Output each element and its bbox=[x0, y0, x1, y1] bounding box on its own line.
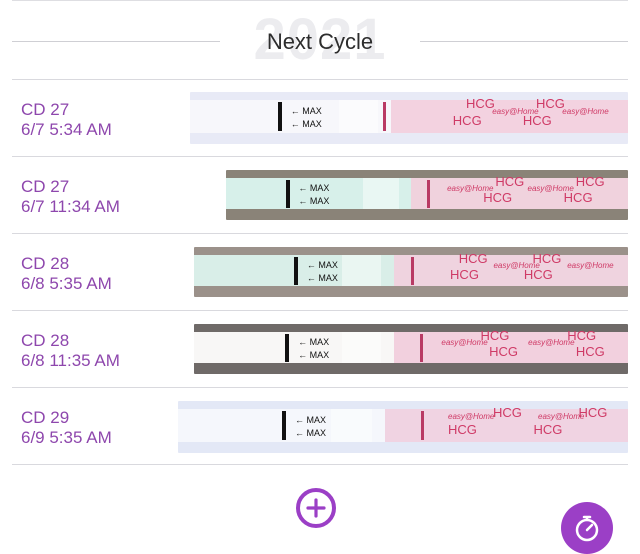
strip-max-line bbox=[286, 180, 291, 208]
test-strip-photo[interactable]: ← MAX ← MAX HCG HCG HCG HCG easy@Home ea… bbox=[190, 92, 628, 144]
section-header: 2021 Next Cycle bbox=[0, 0, 640, 80]
brand-print: easy@Home bbox=[492, 106, 539, 116]
max-label: ← MAX bbox=[298, 183, 330, 193]
test-strip-photo[interactable]: ← MAX ← MAX HCG HCG HCG HCG easy@Home ea… bbox=[178, 401, 628, 453]
test-entry-row[interactable]: CD 27 6/7 11:34 AM ← MAX ← MAX HCG HCG H… bbox=[0, 157, 640, 234]
test-entry-row[interactable]: CD 29 6/9 5:35 AM ← MAX ← MAX HCG HCG HC… bbox=[0, 388, 640, 465]
test-strip-photo[interactable]: ← MAX ← MAX HCG HCG HCG HCG easy@Home ea… bbox=[226, 170, 628, 220]
hcg-print: HCG bbox=[450, 267, 479, 282]
plus-circle-icon bbox=[306, 498, 326, 518]
test-strip-photo[interactable]: ← MAX ← MAX HCG HCG HCG HCG easy@Home ea… bbox=[194, 324, 628, 374]
cycle-day-label: CD 27 bbox=[21, 100, 70, 119]
entry-datetime: 6/8 5:35 AM bbox=[21, 274, 112, 293]
max-label: ← MAX bbox=[295, 414, 327, 425]
strip-test-line bbox=[419, 334, 423, 362]
section-title: Next Cycle bbox=[266, 29, 374, 54]
strip-test-line bbox=[411, 257, 414, 285]
hcg-print: HCG bbox=[533, 421, 563, 437]
max-label: ← MAX bbox=[298, 350, 330, 360]
brand-print: easy@Home bbox=[567, 261, 614, 270]
max-label: ← MAX bbox=[298, 337, 330, 347]
row-divider bbox=[12, 464, 628, 465]
hcg-print: HCG bbox=[495, 174, 525, 189]
brand-print: easy@Home bbox=[538, 412, 585, 422]
stopwatch-icon bbox=[575, 515, 599, 542]
entry-datetime: 6/8 11:35 AM bbox=[21, 351, 120, 370]
brand-print: easy@Home bbox=[562, 106, 609, 116]
hcg-print: HCG bbox=[575, 344, 605, 359]
cycle-day-label: CD 27 bbox=[21, 177, 70, 196]
strip-max-line bbox=[293, 257, 298, 285]
max-label: ← MAX bbox=[306, 260, 338, 270]
brand-print: easy@Home bbox=[447, 184, 494, 193]
entry-datetime: 6/7 5:34 AM bbox=[21, 120, 112, 139]
strip-test-line bbox=[421, 411, 424, 440]
max-label: ← MAX bbox=[306, 273, 338, 283]
brand-print: easy@Home bbox=[527, 184, 574, 193]
hcg-print: HCG bbox=[452, 112, 482, 128]
hcg-print: HCG bbox=[448, 421, 477, 437]
hcg-print: HCG bbox=[493, 405, 522, 421]
hcg-print: HCG bbox=[489, 344, 518, 359]
timer-button[interactable] bbox=[561, 502, 613, 554]
max-label: ← MAX bbox=[298, 196, 330, 206]
cycle-day-label: CD 28 bbox=[21, 331, 70, 350]
test-entry-row[interactable]: CD 28 6/8 11:35 AM ← MAX ← MAX HCG HCG H… bbox=[0, 311, 640, 388]
max-label: ← MAX bbox=[290, 119, 322, 130]
hcg-print: HCG bbox=[458, 251, 488, 266]
brand-print: easy@Home bbox=[441, 338, 488, 347]
strip-max-line bbox=[277, 102, 282, 131]
max-label: ← MAX bbox=[295, 428, 327, 439]
brand-print: easy@Home bbox=[493, 261, 540, 270]
test-entry-row[interactable]: CD 28 6/8 5:35 AM ← MAX ← MAX HCG HCG HC… bbox=[0, 234, 640, 311]
add-entry-button[interactable] bbox=[296, 488, 336, 528]
entry-datetime: 6/7 11:34 AM bbox=[21, 197, 120, 216]
cycle-day-label: CD 28 bbox=[21, 254, 70, 273]
brand-print: easy@Home bbox=[528, 338, 575, 347]
test-entry-row[interactable]: CD 27 6/7 5:34 AM ← MAX ← MAX HCG HCG HC… bbox=[0, 80, 640, 157]
test-strip-photo[interactable]: ← MAX ← MAX HCG HCG HCG HCG easy@Home ea… bbox=[194, 247, 628, 297]
hcg-print: HCG bbox=[575, 174, 605, 189]
cycle-day-label: CD 29 bbox=[21, 408, 70, 427]
entry-datetime: 6/9 5:35 AM bbox=[21, 428, 112, 447]
max-label: ← MAX bbox=[290, 105, 322, 116]
hcg-print: HCG bbox=[536, 96, 565, 112]
strip-max-line bbox=[281, 411, 286, 440]
strip-max-line bbox=[285, 334, 290, 362]
hcg-print: HCG bbox=[465, 96, 495, 112]
strip-test-line bbox=[382, 102, 386, 131]
brand-print: easy@Home bbox=[448, 412, 495, 422]
strip-test-line bbox=[427, 180, 430, 208]
